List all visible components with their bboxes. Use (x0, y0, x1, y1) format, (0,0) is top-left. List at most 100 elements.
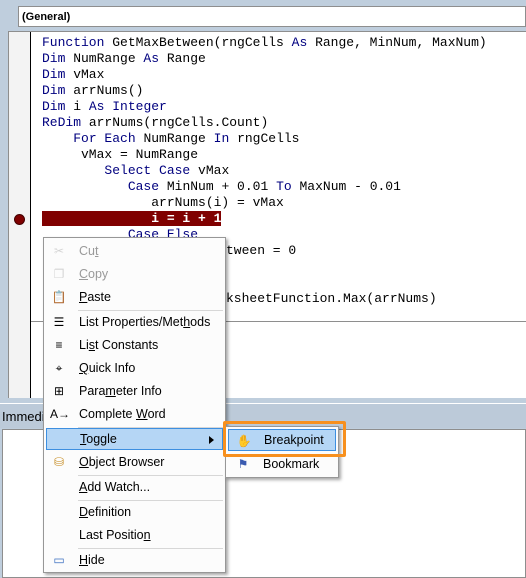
parameter-info-icon: ⊞ (53, 384, 65, 398)
menu-item-add-watch[interactable]: Add Watch... (46, 476, 223, 498)
code-token: rngCells (229, 131, 300, 146)
code-line[interactable]: i = i + 1 (42, 211, 222, 227)
code-token: For Each (73, 131, 136, 146)
code-token: As (291, 35, 308, 50)
code-token: Integer (112, 99, 167, 114)
menu-item-complete-word[interactable]: A→ Complete Word (46, 403, 223, 425)
access-key: n (143, 528, 151, 542)
code-token: To (276, 179, 292, 194)
menu-item-label: Bookmark (263, 457, 320, 471)
menu-item-quick-info[interactable]: ⌖ Quick Info (46, 357, 223, 379)
menu-item-list-properties-methods[interactable]: ☰ List Properties/Methods (46, 311, 223, 333)
code-token: Range, MinNum, MaxNum) (307, 35, 487, 50)
procedure-dropdown[interactable]: (General) (18, 6, 526, 27)
menu-item-label: uick Info (88, 361, 136, 375)
menu-item-label: ord (147, 407, 166, 421)
code-token: Case (127, 179, 160, 194)
code-token: As (143, 51, 160, 66)
code-token: GetMaxBetween(rngCells (104, 35, 292, 50)
code-token: Dim (42, 99, 66, 114)
menu-item-label: ods (190, 315, 211, 329)
copy-icon: ❐ (53, 267, 65, 281)
bookmark-icon: ⚑ (237, 457, 249, 471)
code-token: As (88, 99, 105, 114)
menu-item-cut[interactable]: ✂ Cut (46, 240, 223, 262)
menu-item-label: Cu (79, 244, 95, 258)
access-key: D (79, 505, 89, 519)
list-properties-icon: ☰ (53, 315, 65, 329)
menu-item-last-position[interactable]: Last Position (46, 524, 223, 546)
margin-indicator-bar[interactable] (9, 32, 31, 398)
code-token: i (65, 99, 89, 114)
code-line[interactable]: Dim arrNums() (42, 83, 143, 99)
code-line[interactable]: Dim vMax (42, 67, 104, 83)
code-token: vMax (190, 163, 230, 178)
menu-item-hide[interactable]: ▭ Hide (46, 549, 223, 571)
access-key: W (135, 407, 148, 421)
menu-item-label: ide (88, 553, 105, 567)
menu-item-label: Li (79, 338, 89, 352)
menu-item-paste[interactable]: 📋 Paste (46, 286, 223, 308)
code-token: Dim (42, 51, 66, 66)
code-line[interactable]: Function GetMaxBetween(rngCells As Range… (42, 35, 487, 51)
code-token: Dim (42, 83, 66, 98)
menu-item-label: t Constants (94, 338, 159, 352)
code-line-fragment: ksheetFunction.Max(arrNums) (226, 291, 437, 306)
menu-item-label: Last Positio (79, 528, 144, 542)
menu-item-label: List Properties/Met (79, 315, 184, 329)
menu-item-label: efinition (88, 505, 132, 519)
menu-item-label: dd Watch... (87, 480, 151, 494)
hide-icon: ▭ (53, 553, 65, 567)
access-key: H (79, 553, 89, 567)
quick-info-icon: ⌖ (55, 361, 63, 375)
submenu-arrow-icon (209, 436, 214, 444)
complete-word-icon: A→ (50, 407, 71, 421)
code-token: arrNums() (65, 83, 144, 98)
code-token: vMax = NumRange (42, 147, 199, 162)
code-token: MinNum + 0.01 (159, 179, 277, 194)
menu-item-object-browser[interactable]: ⛁ Object Browser (46, 451, 223, 473)
access-key: O (79, 455, 89, 469)
access-key: m (105, 384, 116, 398)
menu-item-copy[interactable]: ❐ Copy (46, 263, 223, 285)
menu-item-parameter-info[interactable]: ⊞ Parameter Info (46, 380, 223, 402)
code-line-fragment: tween = 0 (226, 243, 297, 258)
code-line[interactable]: For Each NumRange In rngCells (42, 131, 299, 147)
code-line[interactable]: vMax = NumRange (42, 147, 198, 163)
menu-item-list-constants[interactable]: ≡ List Constants (46, 334, 223, 356)
code-token: Dim (42, 67, 66, 82)
code-line[interactable]: Dim NumRange As Range (42, 51, 206, 67)
paste-icon: 📋 (51, 290, 67, 304)
highlight-outline (223, 421, 346, 457)
code-token: Range (159, 51, 206, 66)
menu-item-label: eter Info (115, 384, 162, 398)
code-line[interactable]: Case MinNum + 0.01 To MaxNum - 0.01 (42, 179, 401, 195)
code-line[interactable]: arrNums(i) = vMax (42, 195, 284, 211)
menu-item-label: bject Browser (88, 455, 165, 469)
code-token: Function (42, 35, 105, 50)
breakpoint-line: i = i + 1 (42, 211, 222, 226)
scissors-icon: ✂ (53, 244, 65, 258)
code-token: NumRange (65, 51, 144, 66)
code-line[interactable]: Select Case vMax (42, 163, 229, 179)
code-line[interactable]: ReDim arrNums(rngCells.Count) (42, 115, 268, 131)
code-token: arrNums(i) = vMax (42, 195, 284, 210)
access-key: t (94, 244, 99, 258)
code-token: vMax (65, 67, 105, 82)
code-token: In (213, 131, 230, 146)
code-line[interactable]: Dim i As Integer (42, 99, 167, 115)
code-token: arrNums(rngCells.Count) (81, 115, 269, 130)
code-token: MaxNum - 0.01 (291, 179, 401, 194)
context-menu: ✂ Cut ❐ Copy 📋 Paste ☰ List Properties/Methods ≡… (43, 237, 226, 573)
breakpoint-icon[interactable] (14, 214, 25, 225)
menu-item-definition[interactable]: Definition (46, 501, 223, 523)
menu-item-label: oggle (86, 432, 117, 446)
access-key: C (79, 267, 89, 281)
menu-item-label: Complete (79, 407, 136, 421)
menu-item-toggle[interactable]: Toggle (46, 428, 223, 450)
code-token: Select Case (104, 163, 191, 178)
object-browser-icon: ⛁ (53, 455, 65, 469)
